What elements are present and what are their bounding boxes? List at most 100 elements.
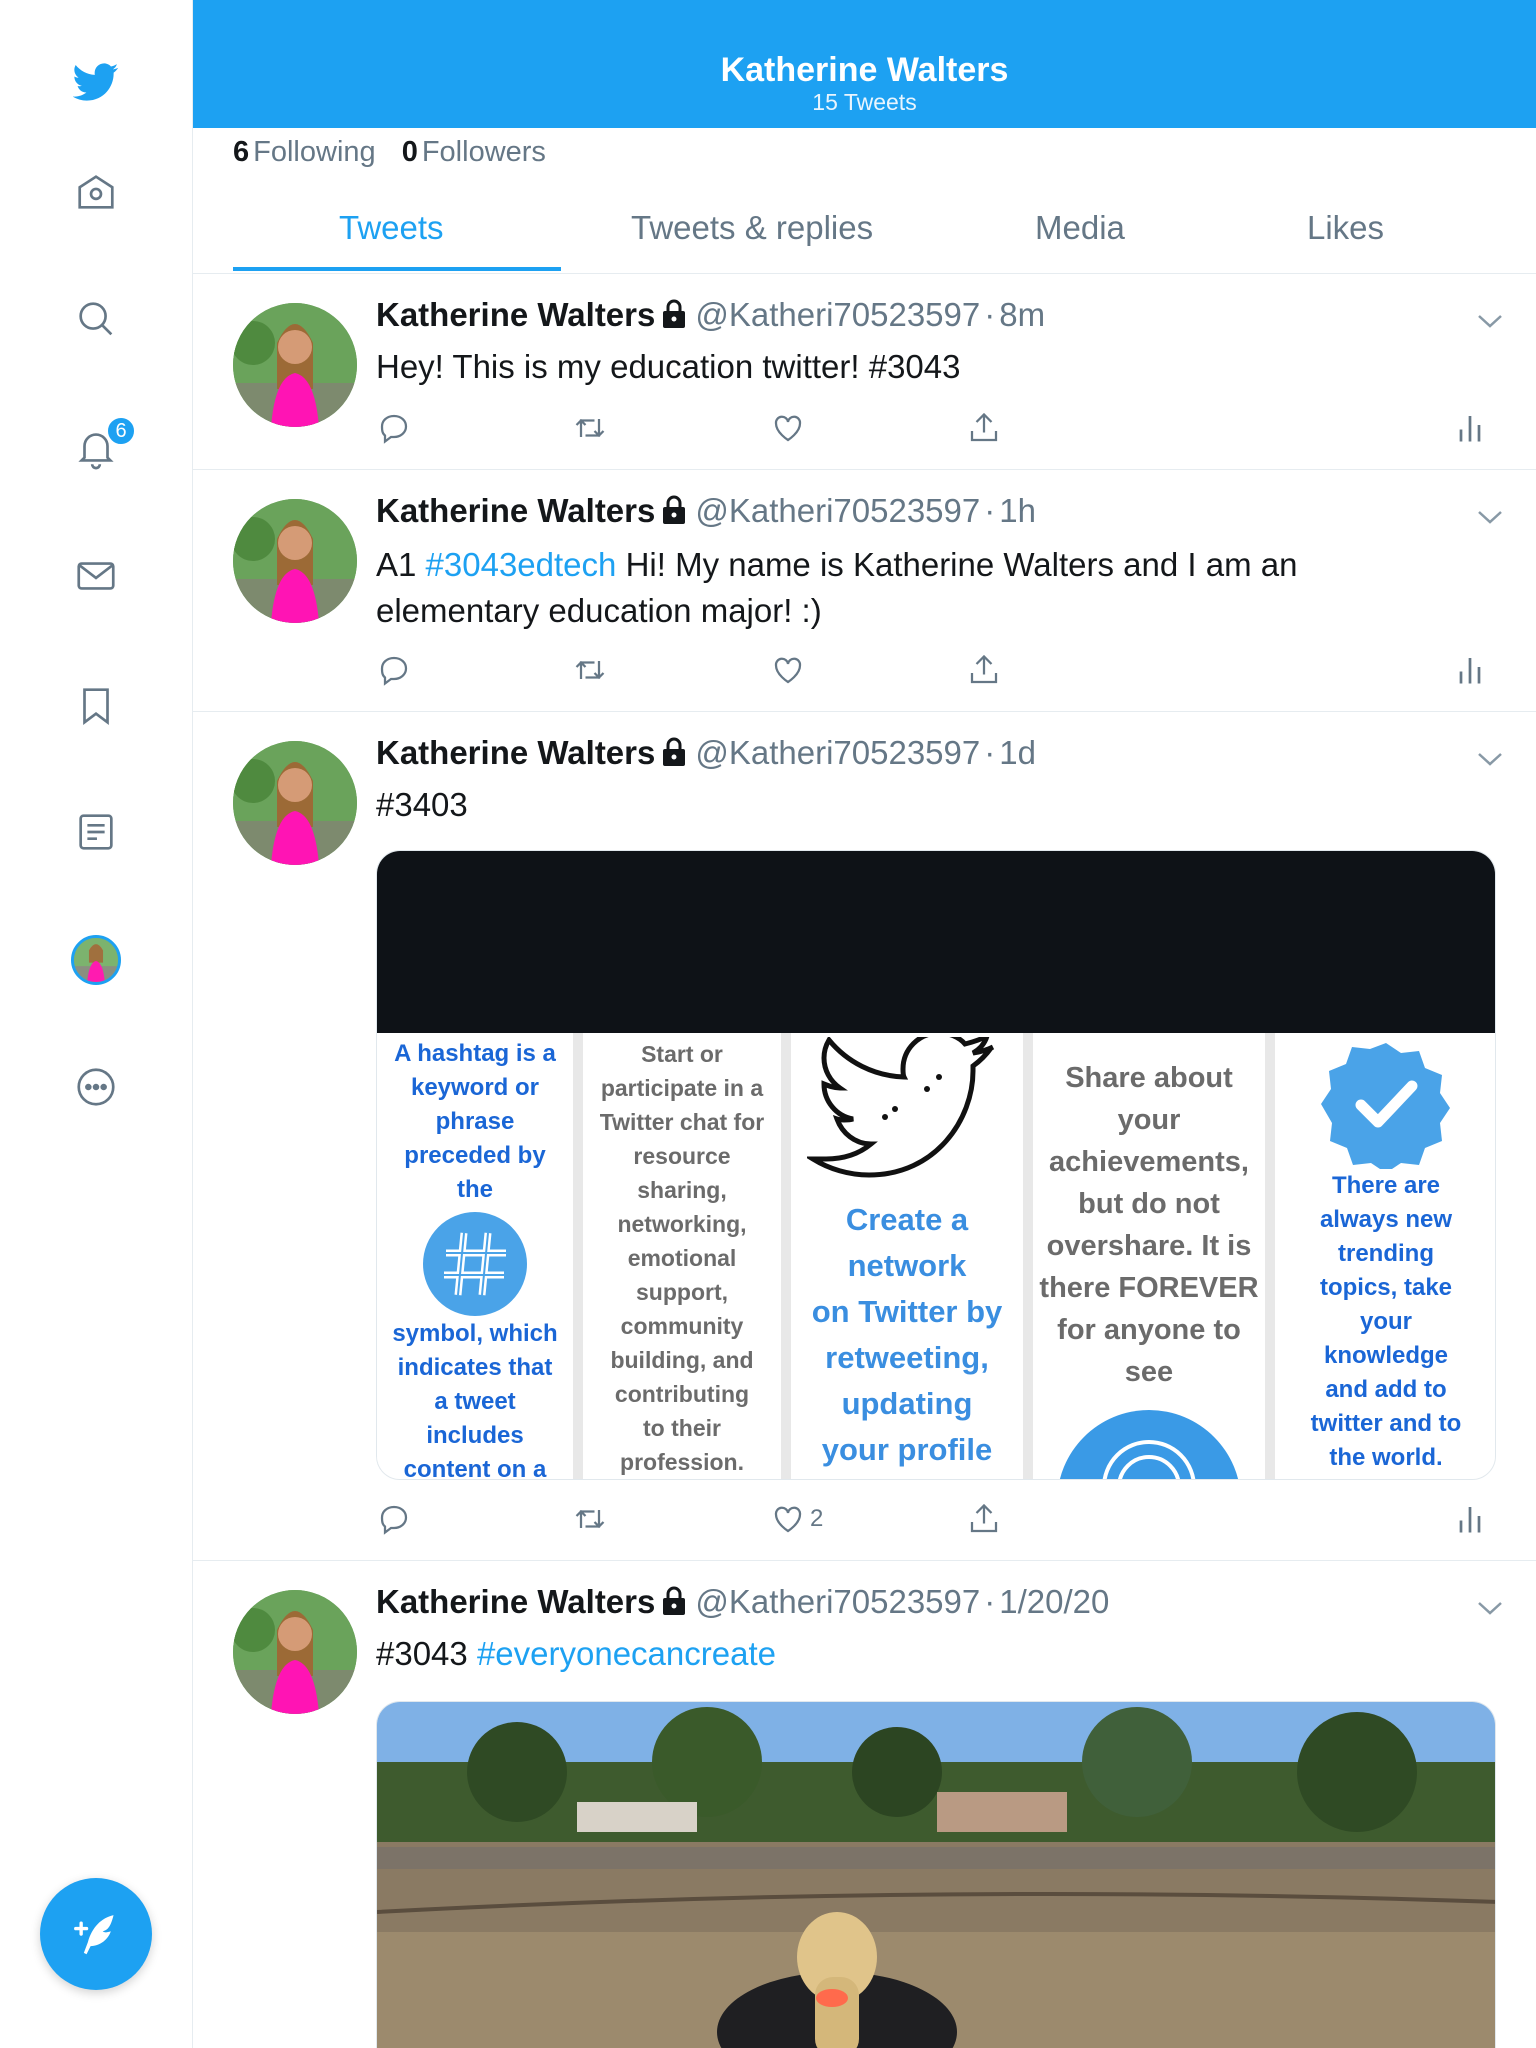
- infographic-line: Create a: [845, 1202, 969, 1237]
- tweet-media-photo[interactable]: [376, 1701, 1496, 2048]
- infographic-line: includes: [426, 1422, 524, 1449]
- time-separator: ·: [984, 296, 996, 333]
- analytics-icon: [1459, 416, 1481, 442]
- infographic-line: participate in a: [600, 1075, 764, 1101]
- infographic-line: the: [457, 1176, 493, 1203]
- infographic-line: overshare. It is: [1046, 1230, 1252, 1262]
- profile-name: Katherine Walters: [720, 51, 1009, 89]
- tweet-author-name[interactable]: Katherine Walters: [376, 1583, 655, 1620]
- tweet[interactable]: Katherine Walters @Katheri70523597 · 8m Hey…: [193, 274, 1536, 470]
- profile-avatar[interactable]: [71, 935, 121, 985]
- infographic-line: your profile: [821, 1432, 993, 1467]
- infographic-line: the world.: [1329, 1444, 1443, 1471]
- twitter-logo-icon[interactable]: [62, 48, 130, 116]
- share-button[interactable]: [966, 1501, 1002, 1537]
- tweet[interactable]: Katherine Walters @Katheri70523597 · 1d #34…: [193, 712, 1536, 1561]
- infographic-line: indicates that: [397, 1354, 553, 1381]
- infographic-line: Twitter chat for: [599, 1109, 765, 1135]
- tab-media[interactable]: Media: [1035, 209, 1125, 247]
- tweet-author-name[interactable]: Katherine Walters: [376, 492, 655, 529]
- search-icon[interactable]: [62, 285, 130, 353]
- tab-tweets-and-replies[interactable]: Tweets & replies: [631, 209, 873, 247]
- infographic-line: and add to: [1325, 1376, 1447, 1403]
- analytics-button[interactable]: [1452, 410, 1488, 446]
- messages-mail-icon[interactable]: [62, 542, 130, 610]
- tweet-timestamp[interactable]: 1h: [999, 492, 1036, 529]
- twitter-bird-outline-icon: [807, 1037, 995, 1178]
- home-icon[interactable]: [62, 158, 130, 226]
- follow-stats: 6 Following 0 Followers: [233, 136, 546, 169]
- chevron-down-icon[interactable]: [1476, 508, 1504, 526]
- analytics-button[interactable]: [1452, 652, 1488, 688]
- following-link[interactable]: 6 Following: [233, 136, 376, 168]
- tweet-timestamp[interactable]: 1d: [999, 734, 1036, 771]
- profile-tabs: Tweets Tweets & replies Media Likes: [193, 195, 1536, 274]
- infographic-line: Share about: [1065, 1062, 1233, 1094]
- share-button[interactable]: [966, 652, 1002, 688]
- profile-header: Katherine Walters 15 Tweets: [193, 0, 1536, 128]
- heart-icon: [774, 657, 802, 684]
- heart-icon: [774, 415, 802, 442]
- infographic-line: your: [1117, 1104, 1181, 1136]
- like-button[interactable]: [770, 410, 806, 446]
- retweet-button[interactable]: [572, 410, 608, 446]
- chevron-down-icon[interactable]: [1476, 750, 1504, 768]
- infographic-line: updating: [841, 1386, 973, 1421]
- share-button[interactable]: [966, 410, 1002, 446]
- tweet-avatar[interactable]: [233, 499, 357, 623]
- infographic-line: topics, take: [1319, 1274, 1453, 1301]
- infographic-line: networking,: [617, 1211, 747, 1237]
- tweet-avatar[interactable]: [233, 1590, 357, 1714]
- tab-likes[interactable]: Likes: [1307, 209, 1384, 247]
- reply-icon: [380, 656, 408, 686]
- infographic-line: twitter and to: [1310, 1410, 1462, 1437]
- lists-icon[interactable]: [62, 798, 130, 866]
- tweet-avatar[interactable]: [233, 741, 357, 865]
- reply-button[interactable]: [376, 1501, 412, 1537]
- tweet-handle[interactable]: @Katheri70523597: [695, 1583, 980, 1620]
- reply-button[interactable]: [376, 652, 412, 688]
- tweet-actions: [376, 410, 1496, 450]
- media-dark-banner: [377, 851, 1495, 1033]
- retweet-icon: [575, 660, 605, 680]
- tweet-text: Hey! This is my education twitter! #3043: [376, 348, 961, 385]
- chevron-down-icon[interactable]: [1476, 312, 1504, 330]
- tweet-media-infographic[interactable]: A hashtag is a keyword or phrase precede…: [376, 850, 1496, 1480]
- like-button[interactable]: 2: [770, 1501, 823, 1537]
- hashtag-link[interactable]: #everyonecancreate: [477, 1635, 776, 1672]
- tweet-text-prefix: A1: [376, 546, 426, 583]
- tweet-timestamp[interactable]: 1/20/20: [999, 1583, 1109, 1620]
- active-tab-indicator: [233, 267, 561, 271]
- tweet-author-name[interactable]: Katherine Walters: [376, 734, 655, 771]
- infographic-line: there FOREVER: [1039, 1272, 1259, 1304]
- tab-tweets[interactable]: Tweets: [339, 209, 444, 247]
- analytics-button[interactable]: [1452, 1501, 1488, 1537]
- tweet-handle[interactable]: @Katheri70523597: [695, 734, 980, 771]
- more-options-icon[interactable]: [62, 1053, 130, 1121]
- tweet-timestamp[interactable]: 8m: [999, 296, 1045, 333]
- time-separator: ·: [984, 1583, 996, 1620]
- infographic-line: building, and: [610, 1347, 754, 1373]
- hashtag-circle-icon: [423, 1212, 527, 1316]
- tweet-handle[interactable]: @Katheri70523597: [695, 492, 980, 529]
- reply-button[interactable]: [376, 410, 412, 446]
- infographic-line: your: [1359, 1308, 1412, 1335]
- chevron-down-icon[interactable]: [1476, 1599, 1504, 1617]
- infographic-line: a tweet: [434, 1388, 516, 1415]
- bookmark-icon[interactable]: [62, 672, 130, 740]
- retweet-button[interactable]: [572, 1501, 608, 1537]
- infographic-line: emotional: [627, 1245, 737, 1271]
- tweet-handle[interactable]: @Katheri70523597: [695, 296, 980, 333]
- share-icon: [970, 654, 998, 684]
- tweet[interactable]: Katherine Walters @Katheri70523597 · 1/20/2…: [193, 1561, 1536, 2048]
- tweet[interactable]: Katherine Walters @Katheri70523597 · 1h A1 …: [193, 470, 1536, 712]
- like-button[interactable]: [770, 652, 806, 688]
- reply-icon: [380, 414, 408, 444]
- tweet-avatar[interactable]: [233, 303, 357, 427]
- retweet-button[interactable]: [572, 652, 608, 688]
- followers-link[interactable]: 0 Followers: [402, 136, 546, 168]
- time-separator: ·: [984, 734, 996, 771]
- hashtag-link[interactable]: #3043edtech: [426, 546, 617, 583]
- tweet-author-name[interactable]: Katherine Walters: [376, 296, 655, 333]
- compose-tweet-button[interactable]: [40, 1878, 152, 1990]
